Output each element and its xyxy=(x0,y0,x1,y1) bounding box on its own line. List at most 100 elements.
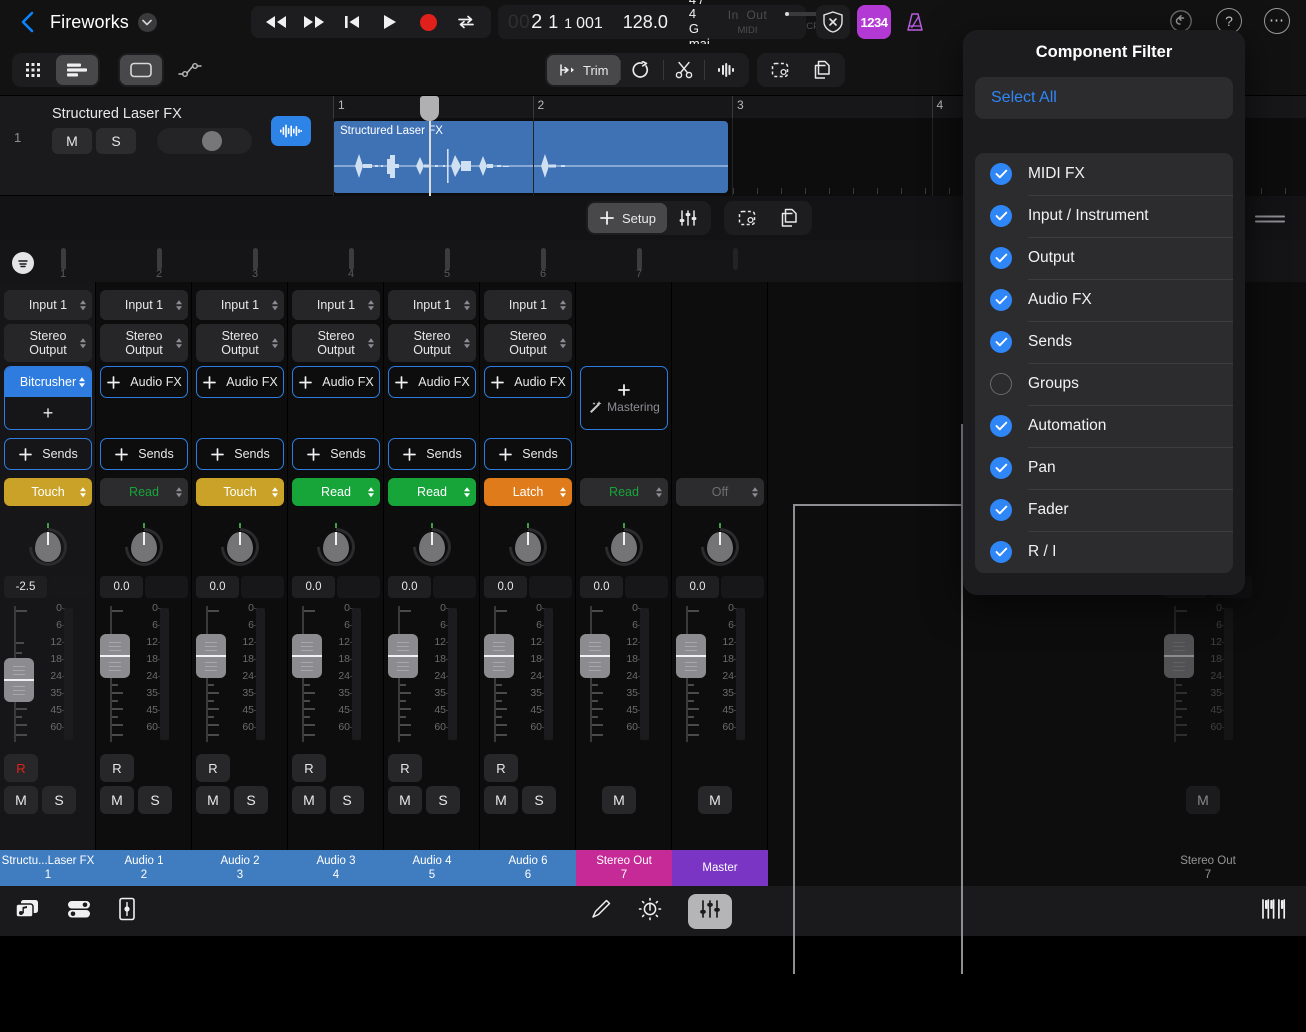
stepper-icon[interactable] xyxy=(656,487,662,497)
checkbox-checked-icon[interactable] xyxy=(990,499,1012,521)
mute-button[interactable]: M xyxy=(196,786,230,814)
stepper-icon[interactable] xyxy=(176,338,182,348)
input-slot[interactable]: Input 1 xyxy=(4,290,92,320)
playhead-handle[interactable] xyxy=(420,96,439,121)
volume-value[interactable]: 0.0 xyxy=(676,576,719,598)
pan-value[interactable] xyxy=(241,576,284,598)
input-slot[interactable]: Input 1 xyxy=(100,290,188,320)
volume-value[interactable]: 0.0 xyxy=(388,576,431,598)
mixer-settings-button[interactable] xyxy=(667,203,709,233)
mixer-ruler-tick[interactable] xyxy=(253,248,258,270)
component-filter-row[interactable]: Groups xyxy=(975,363,1233,405)
automation-mode-selector[interactable]: Touch xyxy=(196,478,284,506)
more-options-button[interactable]: ⋯ xyxy=(1264,8,1290,34)
audio-fx-slot[interactable]: Bitcrusher + xyxy=(4,366,92,430)
fade-tool[interactable] xyxy=(705,55,747,85)
stepper-icon[interactable] xyxy=(176,487,182,497)
play-button[interactable] xyxy=(371,7,409,37)
checkbox-checked-icon[interactable] xyxy=(990,541,1012,563)
checkbox-checked-icon[interactable] xyxy=(990,415,1012,437)
mute-button[interactable]: M xyxy=(388,786,422,814)
channel-strip[interactable]: Off 0.0 06121824354560 M Master xyxy=(672,282,768,886)
strip-name-bar[interactable]: Stereo Out 7 xyxy=(576,850,672,886)
automation-mode-selector[interactable]: Read xyxy=(292,478,380,506)
volume-value[interactable]: 0.0 xyxy=(100,576,143,598)
strip-name-bar[interactable]: Audio 1 2 xyxy=(96,850,192,886)
mixer-ruler-tick[interactable] xyxy=(733,248,738,270)
solo-button[interactable]: S xyxy=(234,786,268,814)
pan-value[interactable] xyxy=(337,576,380,598)
bypass-all-button[interactable] xyxy=(816,5,850,39)
automation-mode-selector[interactable]: Touch xyxy=(4,478,92,506)
fader-handle[interactable] xyxy=(484,634,514,678)
pan-knob[interactable] xyxy=(29,524,67,566)
pan-knob-wrap[interactable] xyxy=(480,514,576,576)
fader-handle[interactable] xyxy=(1164,634,1194,678)
volume-value[interactable]: 0.0 xyxy=(196,576,239,598)
pan-knob-wrap[interactable] xyxy=(192,514,288,576)
channel-strip[interactable]: Input 1StereoOutput Bitcrusher + Sends T… xyxy=(0,282,96,886)
automation-mode-selector[interactable]: Off xyxy=(676,478,764,506)
stepper-icon[interactable] xyxy=(560,300,566,310)
fader-handle[interactable] xyxy=(580,634,610,678)
pan-knob-wrap[interactable] xyxy=(576,514,672,576)
strip-name-bar[interactable]: Audio 2 3 xyxy=(192,850,288,886)
pan-knob-wrap[interactable] xyxy=(672,514,768,576)
audio-fx-slot[interactable]: Audio FX xyxy=(196,366,284,398)
checkbox-checked-icon[interactable] xyxy=(990,289,1012,311)
component-filter-row[interactable]: MIDI FX xyxy=(975,153,1233,195)
pan-value[interactable] xyxy=(145,576,188,598)
sends-slot[interactable]: Sends xyxy=(484,438,572,470)
pan-knob-wrap[interactable] xyxy=(384,514,480,576)
mixer-menu-icon[interactable] xyxy=(12,252,34,274)
solo-button[interactable]: S xyxy=(138,786,172,814)
browser-grid-button[interactable] xyxy=(14,55,56,85)
sends-slot[interactable]: Sends xyxy=(196,438,284,470)
pan-value[interactable] xyxy=(529,576,572,598)
component-filter-row[interactable]: Fader xyxy=(975,489,1233,531)
record-enable-button[interactable]: R xyxy=(292,754,326,782)
mixer-ruler-tick[interactable] xyxy=(61,248,66,270)
mute-button[interactable]: M xyxy=(4,786,38,814)
fader-handle[interactable] xyxy=(196,634,226,678)
channel-strip[interactable]: Input 1StereoOutput Audio FX Sends Touch… xyxy=(192,282,288,886)
mastering-slot[interactable]: Mastering xyxy=(580,366,668,430)
go-to-start-button[interactable] xyxy=(333,7,371,37)
track-header[interactable]: 1 Structured Laser FX M S xyxy=(0,96,333,196)
record-enable-button[interactable]: R xyxy=(388,754,422,782)
strip-name-bar[interactable]: Audio 6 6 xyxy=(480,850,576,886)
stepper-icon[interactable] xyxy=(368,300,374,310)
stepper-icon[interactable] xyxy=(176,300,182,310)
input-slot[interactable]: Input 1 xyxy=(484,290,572,320)
mute-button[interactable]: M xyxy=(1186,786,1220,814)
audio-fx-slot[interactable]: Audio FX xyxy=(100,366,188,398)
select-tool[interactable] xyxy=(759,55,801,85)
mute-button[interactable]: M xyxy=(484,786,518,814)
pan-knob[interactable] xyxy=(605,524,643,566)
mute-button[interactable]: M xyxy=(100,786,134,814)
pan-knob-wrap[interactable] xyxy=(288,514,384,576)
fader-handle[interactable] xyxy=(100,634,130,678)
audio-fx-slot[interactable]: Audio FX xyxy=(484,366,572,398)
pan-value[interactable] xyxy=(433,576,476,598)
scissors-tool[interactable] xyxy=(664,55,704,85)
output-slot[interactable]: StereoOutput xyxy=(100,324,188,362)
keyboard-button[interactable] xyxy=(1260,898,1286,925)
volume-value[interactable]: 0.0 xyxy=(484,576,527,598)
count-in-button[interactable]: 1234 xyxy=(857,5,891,39)
stepper-icon[interactable] xyxy=(560,487,566,497)
strip-name-bar[interactable]: Audio 4 5 xyxy=(384,850,480,886)
strip-name-bar[interactable]: Structu...Laser FX 1 xyxy=(0,850,96,886)
output-slot[interactable]: StereoOutput xyxy=(388,324,476,362)
add-plugin-button[interactable]: + xyxy=(5,397,91,430)
stepper-icon[interactable] xyxy=(80,338,86,348)
playhead[interactable] xyxy=(429,96,431,196)
mixer-ruler-tick[interactable] xyxy=(349,248,354,270)
brightness-button[interactable] xyxy=(638,897,662,926)
lcd-display[interactable]: 00 2 1 1 001 128.0 4 / 4 G maj In Out MI… xyxy=(498,5,806,39)
checkbox-checked-icon[interactable] xyxy=(990,163,1012,185)
input-slot[interactable]: Input 1 xyxy=(292,290,380,320)
sends-slot[interactable]: Sends xyxy=(4,438,92,470)
record-enable-button[interactable]: R xyxy=(484,754,518,782)
add-track-setup-button[interactable]: Setup xyxy=(588,203,667,233)
